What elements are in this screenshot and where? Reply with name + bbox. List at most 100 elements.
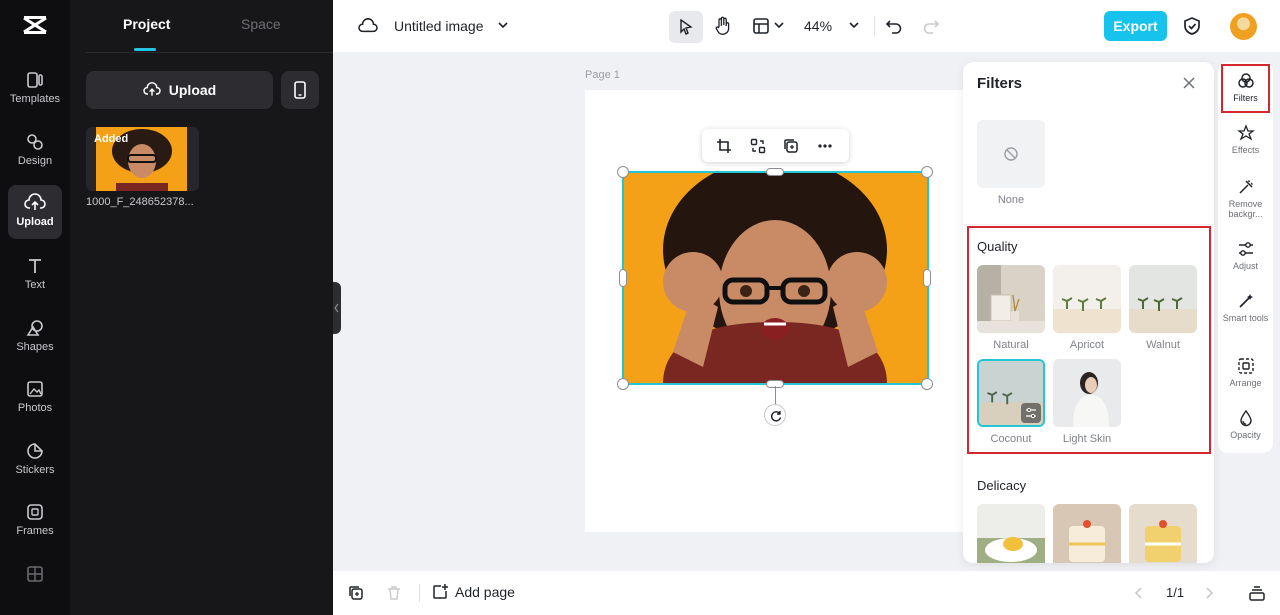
- tool-effects[interactable]: Effects: [1218, 124, 1273, 155]
- active-tab-indicator: [134, 48, 156, 51]
- chevron-down-icon[interactable]: [774, 21, 784, 29]
- tool-smart-tools[interactable]: Smart tools: [1218, 292, 1273, 323]
- upload-cloud-icon: [143, 82, 161, 96]
- rail-item-templates[interactable]: Templates: [8, 62, 62, 116]
- tool-opacity[interactable]: Opacity: [1218, 409, 1273, 440]
- zoom-level[interactable]: 44%: [804, 18, 832, 34]
- capcut-logo-icon[interactable]: [22, 14, 48, 41]
- tool-arrange[interactable]: Arrange: [1218, 357, 1273, 388]
- arrange-icon: [1237, 358, 1254, 374]
- resize-handle-top[interactable]: [766, 168, 784, 176]
- filter-delicacy-3[interactable]: [1129, 504, 1197, 563]
- upload-cloud-icon: [24, 193, 46, 210]
- resize-handle-bottom-right[interactable]: [921, 378, 933, 390]
- layout-icon[interactable]: [752, 17, 770, 35]
- bottom-toolbar: Add page 1/1: [333, 571, 1280, 615]
- tab-project[interactable]: Project: [123, 16, 170, 32]
- assets-panel: Project Space Upload Added 1000_F_248652…: [70, 0, 333, 615]
- cursor-icon: [680, 19, 693, 35]
- user-avatar[interactable]: [1230, 13, 1257, 40]
- document-title[interactable]: Untitled image: [394, 18, 484, 34]
- rotate-handle[interactable]: [764, 404, 786, 426]
- page-counter: 1/1: [1166, 585, 1185, 600]
- remove-background-icon: [1238, 180, 1253, 194]
- chevron-down-icon[interactable]: [498, 21, 508, 29]
- cake-preview-image: [1129, 504, 1197, 563]
- resize-handle-right[interactable]: [923, 269, 931, 287]
- tool-adjust[interactable]: Adjust: [1218, 240, 1273, 271]
- rail-item-label: Templates: [9, 93, 61, 105]
- tool-label: Remove backgr...: [1228, 199, 1263, 219]
- panel-divider: [86, 52, 333, 53]
- filter-delicacy-1[interactable]: [977, 504, 1045, 563]
- no-filter-icon: [1004, 147, 1018, 161]
- cake-preview-image: [977, 504, 1045, 563]
- next-page-icon[interactable]: [1204, 586, 1214, 600]
- rotate-handle-stem: [775, 386, 776, 404]
- redo-icon[interactable]: [922, 17, 940, 35]
- hand-tool-icon[interactable]: [714, 16, 732, 36]
- selection-outline: [622, 171, 929, 385]
- design-icon: [27, 134, 43, 150]
- duplicate-page-icon[interactable]: [348, 585, 364, 601]
- tool-label: Opacity: [1230, 430, 1261, 440]
- replace-icon[interactable]: [750, 138, 766, 154]
- cloud-save-icon[interactable]: [358, 17, 378, 35]
- rail-item-more[interactable]: [8, 556, 62, 596]
- rail-item-stickers[interactable]: Stickers: [8, 433, 62, 487]
- grid-icon: [27, 566, 43, 582]
- rail-item-label: Photos: [17, 402, 53, 414]
- export-button[interactable]: Export: [1104, 11, 1167, 41]
- section-divider: [963, 224, 1214, 225]
- upload-button-label: Upload: [168, 82, 217, 98]
- rail-item-shapes[interactable]: Shapes: [8, 310, 62, 364]
- bottom-divider: [419, 584, 420, 602]
- previous-page-icon[interactable]: [1134, 586, 1144, 600]
- panel-collapse-handle[interactable]: [333, 282, 341, 334]
- mobile-upload-button[interactable]: [281, 71, 319, 109]
- more-options-icon[interactable]: [817, 138, 833, 154]
- stickers-icon: [27, 443, 43, 459]
- resize-handle-bottom-left[interactable]: [617, 378, 629, 390]
- undo-icon[interactable]: [885, 17, 903, 35]
- close-icon[interactable]: [1183, 77, 1195, 89]
- tool-label: Adjust: [1232, 261, 1258, 271]
- top-toolbar: Untitled image 44% Export: [333, 0, 1280, 52]
- crop-icon[interactable]: [716, 138, 732, 154]
- resize-handle-top-left[interactable]: [617, 166, 629, 178]
- tool-remove-background[interactable]: Remove backgr...: [1218, 178, 1273, 219]
- rail-item-upload[interactable]: Upload: [8, 185, 62, 239]
- rail-item-design[interactable]: Design: [8, 124, 62, 178]
- zoom-dropdown-chevron-icon[interactable]: [849, 21, 859, 29]
- rail-item-text[interactable]: Text: [8, 248, 62, 302]
- tool-label: Arrange: [1229, 378, 1262, 388]
- tool-label: Smart tools: [1222, 313, 1269, 323]
- select-tool-button[interactable]: [669, 11, 703, 43]
- rail-item-label: Upload: [16, 216, 54, 228]
- resize-handle-top-right[interactable]: [921, 166, 933, 178]
- upload-button[interactable]: Upload: [86, 71, 273, 109]
- add-page-button[interactable]: Add page: [432, 583, 515, 600]
- tab-space[interactable]: Space: [241, 16, 281, 32]
- rail-item-frames[interactable]: Frames: [8, 494, 62, 548]
- left-rail: Templates Design Upload Text Shapes Phot…: [0, 0, 70, 615]
- cake-preview-image: [1053, 504, 1121, 563]
- pages-overview-icon[interactable]: [1248, 584, 1266, 602]
- rail-item-photos[interactable]: Photos: [8, 371, 62, 425]
- templates-icon: [27, 72, 43, 88]
- shield-icon[interactable]: [1183, 16, 1201, 36]
- frames-icon: [27, 504, 43, 520]
- added-badge: Added: [94, 133, 129, 145]
- smart-tools-icon: [1238, 294, 1253, 308]
- uploaded-asset-thumbnail[interactable]: Added: [86, 127, 199, 191]
- resize-handle-left[interactable]: [619, 269, 627, 287]
- duplicate-icon[interactable]: [783, 138, 799, 154]
- effects-icon: [1236, 124, 1255, 141]
- phone-icon: [294, 81, 306, 99]
- trash-icon[interactable]: [386, 585, 402, 601]
- add-page-label: Add page: [455, 583, 515, 600]
- filter-none[interactable]: [977, 120, 1045, 188]
- filter-delicacy-2[interactable]: [1053, 504, 1121, 563]
- tool-label: Effects: [1231, 145, 1260, 155]
- filter-none-label: None: [997, 194, 1025, 206]
